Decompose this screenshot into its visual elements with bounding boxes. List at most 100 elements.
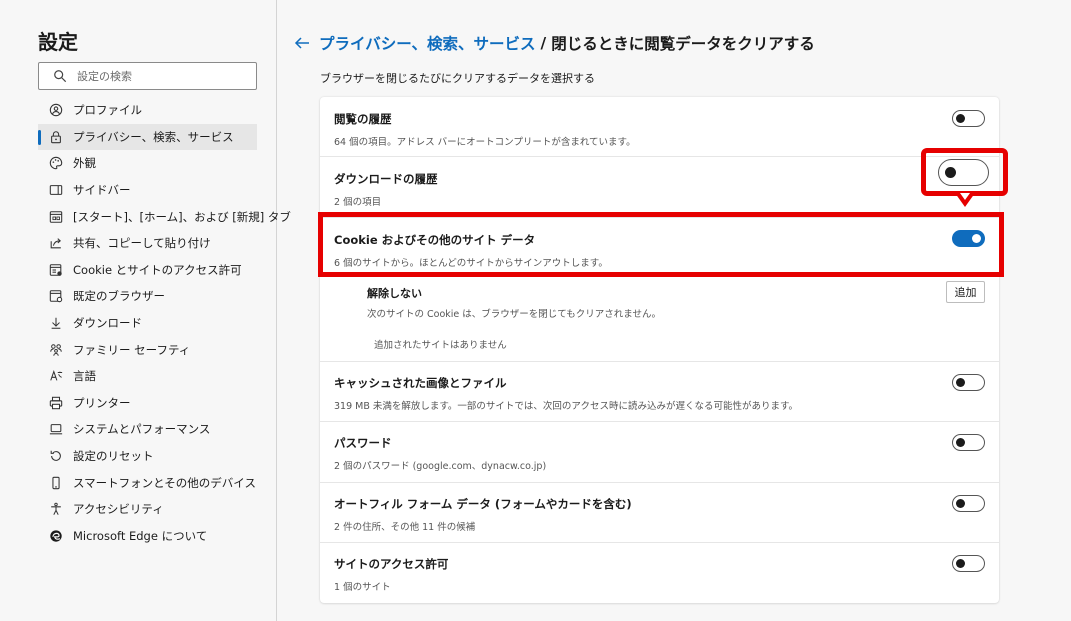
toggle-passwords[interactable]	[952, 434, 985, 451]
row-desc: 64 個の項目。アドレス バーにオートコンプリートが含まれています。	[334, 137, 636, 148]
exceptions-desc: 次のサイトの Cookie は、ブラウザーを閉じてもクリアされません。	[367, 309, 662, 320]
toggle-knob	[956, 378, 965, 387]
sidebar-item-accessibility[interactable]: アクセシビリティ	[38, 496, 257, 523]
toggle-knob	[956, 438, 965, 447]
sidebar-item-label: 外観	[73, 156, 96, 171]
home-tab-icon	[48, 209, 64, 225]
toggle-knob	[945, 167, 956, 178]
settings-title: 設定	[38, 30, 78, 54]
toggle-knob	[956, 499, 965, 508]
family-icon	[48, 342, 64, 358]
search-input[interactable]	[77, 69, 237, 83]
row-desc: 6 個のサイトから。ほとんどのサイトからサインアウトします。	[334, 258, 608, 269]
page-title: 閉じるときに閲覧データをクリアする	[551, 35, 815, 53]
sidebar-item-label: プリンター	[73, 395, 131, 410]
profile-icon	[48, 102, 64, 118]
sidebar-item-sidebar[interactable]: サイドバー	[38, 177, 257, 204]
sidebar-item-privacy[interactable]: プライバシー、検索、サービス	[38, 123, 257, 151]
toggle-autofill[interactable]	[952, 495, 985, 512]
phone-icon	[48, 475, 64, 491]
row-browsing-history: 閲覧の履歴 64 個の項目。アドレス バーにオートコンプリートが含まれています。	[320, 97, 999, 157]
row-cached-images: キャッシュされた画像とファイル 319 MB 未満を解放します。一部のサイトでは…	[320, 362, 999, 422]
sidebar-item-reset-settings[interactable]: 設定のリセット	[38, 443, 257, 470]
sidebar-item-start-home-newtab[interactable]: [スタート]、[ホーム]、および [新規] タブ	[38, 203, 291, 230]
row-title: オートフィル フォーム データ (フォームやカードを含む)	[334, 497, 632, 511]
printer-icon	[48, 395, 64, 411]
sidebar-item-default-browser[interactable]: 既定のブラウザー	[38, 283, 257, 310]
row-title: ダウンロードの履歴	[334, 172, 438, 186]
browser-icon	[48, 288, 64, 304]
row-desc: 2 個のパスワード (google.com、dynacw.co.jp)	[334, 461, 547, 472]
download-icon	[48, 315, 64, 331]
toggle-knob	[956, 114, 965, 123]
row-cookies: Cookie およびその他のサイト データ 6 個のサイトから。ほとんどのサイト…	[320, 218, 999, 278]
row-title: Cookie およびその他のサイト データ	[334, 233, 536, 247]
toggle-browsing-history[interactable]	[952, 110, 985, 127]
search-icon	[54, 70, 67, 83]
toggle-download-history[interactable]	[938, 159, 989, 186]
site-permissions-icon	[48, 262, 64, 278]
main-content: プライバシー、検索、サービス / 閉じるときに閲覧データをクリアする ブラウザー…	[278, 0, 1071, 621]
sidebar-item-label: 既定のブラウザー	[73, 289, 165, 304]
toggle-knob	[972, 234, 981, 243]
lock-icon	[48, 129, 64, 145]
breadcrumb-link-privacy[interactable]: プライバシー、検索、サービス	[319, 32, 536, 54]
sidebar-item-family-safety[interactable]: ファミリー セーフティ	[38, 336, 257, 363]
row-desc: 1 個のサイト	[334, 582, 391, 593]
sidebar-item-label: Microsoft Edge について	[73, 528, 208, 543]
sidebar-item-label: 共有、コピーして貼り付け	[73, 236, 211, 251]
sidebar-item-label: プロファイル	[73, 103, 142, 118]
sidebar-item-label: プライバシー、検索、サービス	[73, 129, 234, 144]
row-desc: 319 MB 未満を解放します。一部のサイトでは、次回のアクセス時に読み込みが遅…	[334, 401, 799, 412]
row-title: パスワード	[334, 436, 392, 450]
row-desc: 2 件の住所、その他 11 件の候補	[334, 522, 476, 533]
sidebar-icon	[48, 182, 64, 198]
sidebar-item-label: ファミリー セーフティ	[73, 342, 191, 357]
toggle-cached-images[interactable]	[952, 374, 985, 391]
settings-search-box[interactable]	[38, 62, 257, 90]
toggle-knob	[956, 559, 965, 568]
exceptions-title: 解除しない	[367, 287, 422, 300]
language-icon	[48, 368, 64, 384]
back-arrow-icon[interactable]	[293, 34, 311, 52]
sidebar-item-system-performance[interactable]: システムとパフォーマンス	[38, 416, 257, 443]
sidebar-item-printers[interactable]: プリンター	[38, 390, 257, 417]
breadcrumb-separator: /	[540, 34, 547, 52]
row-site-permissions: サイトのアクセス許可 1 個のサイト	[320, 543, 999, 603]
exceptions-section: 解除しない 次のサイトの Cookie は、ブラウザーを閉じてもクリアされません…	[320, 278, 999, 362]
sidebar-item-label: Cookie とサイトのアクセス許可	[73, 262, 242, 277]
sidebar-item-about-edge[interactable]: Microsoft Edge について	[38, 523, 257, 550]
sidebar-item-downloads[interactable]: ダウンロード	[38, 310, 257, 337]
row-title: 閲覧の履歴	[334, 112, 392, 126]
sidebar-item-label: システムとパフォーマンス	[73, 422, 211, 437]
sidebar-item-label: ダウンロード	[73, 316, 142, 331]
sidebar-item-phone-devices[interactable]: スマートフォンとその他のデバイス	[38, 469, 257, 496]
sidebar-item-share-copy-paste[interactable]: 共有、コピーして貼り付け	[38, 230, 257, 257]
sidebar-item-cookies-permissions[interactable]: Cookie とサイトのアクセス許可	[38, 257, 257, 284]
toggle-cookies[interactable]	[952, 230, 985, 247]
sidebar-item-label: 設定のリセット	[73, 449, 154, 464]
sidebar-item-label: 言語	[73, 369, 96, 384]
edge-icon	[48, 528, 64, 544]
sidebar-item-languages[interactable]: 言語	[38, 363, 257, 390]
clear-data-card: 閲覧の履歴 64 個の項目。アドレス バーにオートコンプリートが含まれています。…	[320, 97, 999, 603]
sidebar-item-label: サイドバー	[73, 183, 131, 198]
sidebar-item-profile[interactable]: プロファイル	[38, 97, 257, 124]
row-title: キャッシュされた画像とファイル	[334, 376, 507, 390]
reset-icon	[48, 448, 64, 464]
exceptions-empty: 追加されたサイトはありません	[374, 340, 507, 351]
toggle-site-permissions[interactable]	[952, 555, 985, 572]
palette-icon	[48, 155, 64, 171]
row-desc: 2 個の項目	[334, 197, 382, 208]
row-passwords: パスワード 2 個のパスワード (google.com、dynacw.co.jp…	[320, 422, 999, 483]
breadcrumb: プライバシー、検索、サービス / 閉じるときに閲覧データをクリアする	[293, 32, 815, 54]
row-title: サイトのアクセス許可	[334, 557, 449, 571]
accessibility-icon	[48, 501, 64, 517]
section-subtitle: ブラウザーを閉じるたびにクリアするデータを選択する	[320, 72, 595, 85]
share-icon	[48, 235, 64, 251]
row-download-history: ダウンロードの履歴 2 個の項目	[320, 157, 999, 218]
row-autofill: オートフィル フォーム データ (フォームやカードを含む) 2 件の住所、その他…	[320, 483, 999, 543]
laptop-icon	[48, 421, 64, 437]
add-exception-button[interactable]: 追加	[946, 281, 985, 303]
sidebar-item-appearance[interactable]: 外観	[38, 150, 257, 177]
